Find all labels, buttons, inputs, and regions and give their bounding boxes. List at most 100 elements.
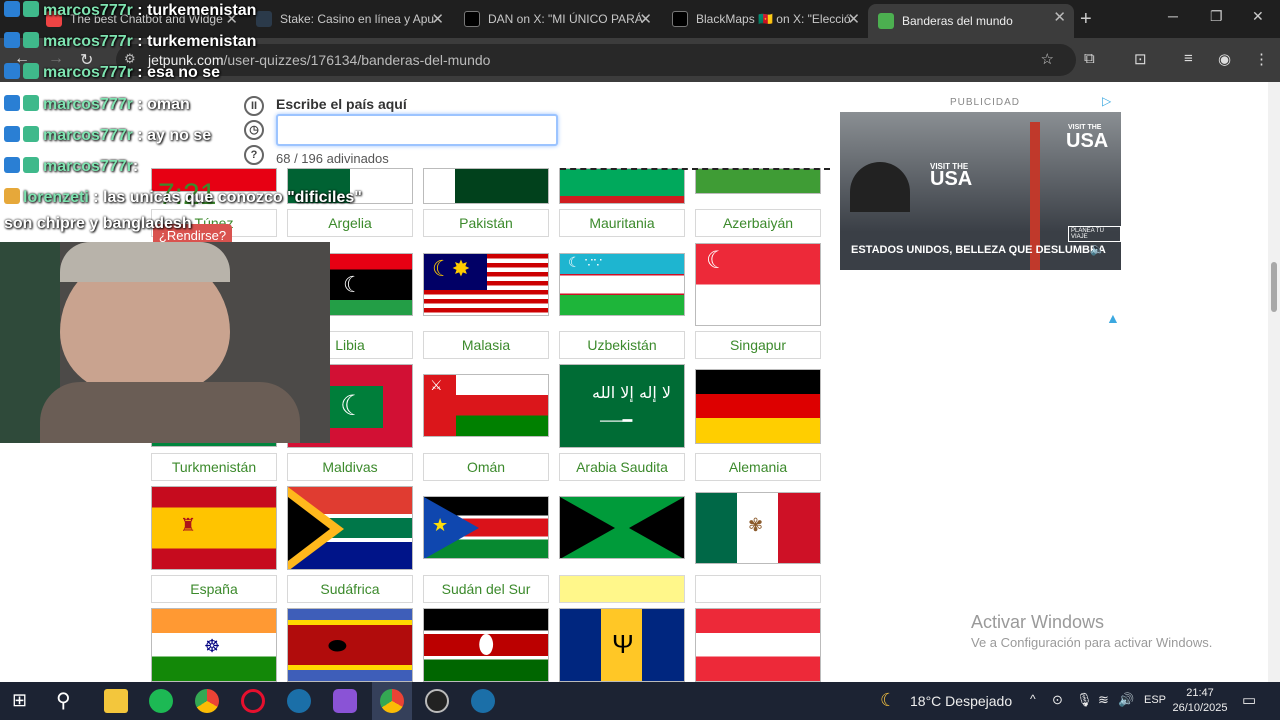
mute-icon[interactable]: 🔈 (1090, 242, 1105, 256)
chrome-icon[interactable] (195, 689, 219, 713)
badge-icon (4, 157, 20, 173)
webcam-hoodie (40, 382, 300, 443)
chat-msg: : turkemenistan (137, 33, 257, 50)
scrollbar-thumb[interactable] (1271, 262, 1277, 312)
flag-kenia: ⬮ (423, 608, 549, 682)
ad-headline: ESTADOS UNIDOS, BELLEZA QUE DESLUMBRA (851, 244, 1106, 256)
flag-sudan-del-sur: ★ (423, 496, 549, 559)
windows-start-icon[interactable]: ⊞ (12, 690, 27, 711)
close-icon[interactable]: ✕ (431, 10, 444, 28)
label-row1-3: Pakistán (423, 209, 549, 237)
moon-weather-icon: ☾ (880, 690, 897, 710)
badge-icon (23, 157, 39, 173)
file-explorer-icon[interactable] (104, 689, 128, 713)
badge-icon (4, 32, 20, 48)
weather-text[interactable]: 18°C Despejado (910, 693, 1012, 709)
microphone-icon[interactable]: 🎙 (1076, 692, 1093, 708)
stream-chat-overlay: marcos777r : turkemenistan marcos777r : … (0, 0, 420, 240)
chrome-active-icon[interactable] (380, 689, 404, 713)
badge-icon (23, 32, 39, 48)
flag-alemania (695, 369, 821, 444)
media-control-icon[interactable]: ≡ (1184, 50, 1193, 67)
close-window-button[interactable]: ✕ (1252, 8, 1264, 25)
dashed-divider (560, 168, 830, 170)
chat-line: marcos777r : ay no se (4, 126, 211, 145)
chat-msg: : oman (137, 96, 190, 113)
close-icon[interactable]: ✕ (1053, 8, 1066, 26)
opera-icon[interactable] (241, 689, 265, 713)
warning-icon: ▲ (1106, 310, 1120, 326)
profile-avatar-icon[interactable]: ◉ (1218, 50, 1231, 68)
ad-banner[interactable]: VISIT THE USA VISIT THE USA PLANEA TU VI… (840, 112, 1121, 270)
flag-austria (695, 608, 821, 682)
label-row3-2: Maldivas (287, 453, 413, 481)
ad-brand-2: USA (1066, 130, 1109, 152)
label-row2-2: Malasia (423, 331, 549, 359)
flag-azerbaiyan (695, 168, 821, 194)
label-row4-2: Sudáfrica (287, 575, 413, 603)
chat-user: marcos777r (43, 64, 133, 81)
ad-choices-icon[interactable]: ▷ (1102, 94, 1111, 108)
tab-banderas[interactable]: Banderas del mundo ✕ (868, 4, 1074, 38)
close-icon[interactable]: ✕ (847, 10, 860, 28)
ad-cta[interactable]: PLANEA TU VIAJE (1068, 226, 1121, 242)
chat-user: lorenzeti (23, 189, 89, 206)
maximize-button[interactable]: ❐ (1210, 8, 1223, 25)
chat-msg: : las unicas que conozco "dificiles" (93, 189, 362, 206)
discord-icon[interactable] (333, 689, 357, 713)
obs-icon[interactable] (425, 689, 449, 713)
flag-oman: ⚔ (423, 374, 549, 437)
flag-jamaica (559, 496, 685, 559)
chat-user: marcos777r (43, 96, 133, 113)
activate-windows-subtitle: Ve a Configuración para activar Windows. (971, 635, 1213, 650)
flag-mauritania (559, 168, 685, 204)
chat-line: marcos777r : oman (4, 95, 190, 114)
tab-dan[interactable]: DAN on X: "MI ÚNICO PARÁ ✕ (454, 6, 660, 32)
notifications-icon[interactable]: ▭ (1242, 691, 1256, 709)
wifi-icon[interactable]: ≋ (1098, 692, 1109, 708)
extensions-icon[interactable]: ⧉ (1084, 50, 1095, 67)
volume-icon[interactable]: 🔊 (1118, 692, 1134, 708)
label-row2-4: Singapur (695, 331, 821, 359)
label-row3-5: Alemania (695, 453, 821, 481)
screenshot-icon[interactable]: ⊡ (1134, 50, 1147, 68)
scrollbar[interactable] (1268, 82, 1280, 682)
new-tab-button[interactable]: + (1080, 8, 1092, 31)
badge-icon (4, 95, 20, 111)
tab-title: DAN on X: "MI ÚNICO PARÁ (488, 12, 643, 26)
minimize-button[interactable]: ─ (1168, 8, 1178, 24)
label-row1-5: Azerbaiyán (695, 209, 821, 237)
badge-icon (4, 63, 20, 79)
steam-2-icon[interactable] (471, 689, 495, 713)
ad-label: PUBLICIDAD (950, 97, 1021, 108)
badge-icon (4, 1, 20, 17)
tray-app-icon[interactable]: ⊙ (1052, 692, 1063, 708)
chat-user: marcos777r (43, 33, 133, 50)
tab-blackmaps[interactable]: BlackMaps 🇨🇲 on X: "Elecció ✕ (662, 6, 868, 32)
search-icon[interactable]: ⚲ (56, 688, 71, 713)
clock[interactable]: 21:47 26/10/2025 (1172, 686, 1228, 716)
label-row2-3: Uzbekistán (559, 331, 685, 359)
tray-chevron-icon[interactable]: ^ (1030, 692, 1036, 706)
chat-msg: son chipre y bangladesh (4, 215, 192, 232)
label-row4-1: España (151, 575, 277, 603)
tab-favicon (878, 13, 894, 29)
spotify-icon[interactable] (149, 689, 173, 713)
label-row3-4: Arabia Saudita (559, 453, 685, 481)
flag-uzbekistan: ☾ ∵∵ (559, 253, 685, 316)
language-indicator[interactable]: ESP (1144, 694, 1166, 706)
bookmark-star-icon[interactable]: ☆ (1041, 50, 1054, 68)
flag-arabia-saudita: لا إله إلا الله ──━ (559, 364, 685, 448)
label-row4-3: Sudán del Sur (423, 575, 549, 603)
clock-time: 21:47 (1186, 687, 1214, 699)
steam-icon[interactable] (287, 689, 311, 713)
menu-icon[interactable]: ⋮ (1254, 50, 1269, 68)
close-icon[interactable]: ✕ (639, 10, 652, 28)
chat-user: marcos777r (43, 2, 133, 19)
badge-icon (4, 126, 20, 142)
chat-line: marcos777r : esa no se (4, 63, 220, 82)
chat-line: son chipre y bangladesh (4, 215, 192, 233)
chat-line: marcos777r: (4, 157, 138, 176)
label-row4-5 (695, 575, 821, 603)
ad-brand: USA (930, 168, 973, 190)
